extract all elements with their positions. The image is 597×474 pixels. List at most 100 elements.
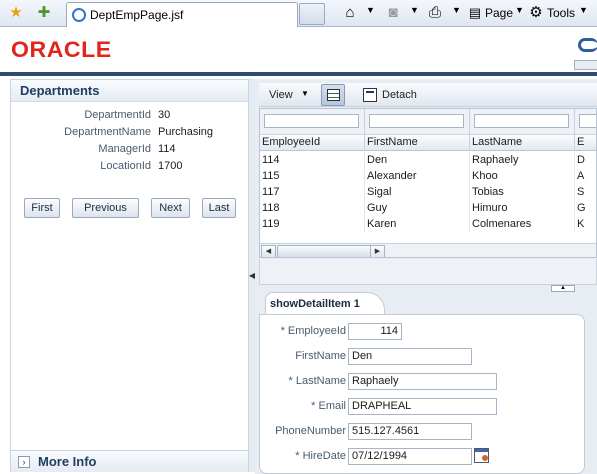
last-name-label-text: LastName <box>295 375 346 387</box>
departments-panel: Departments DepartmentId 30 DepartmentNa… <box>10 79 249 472</box>
print-icon[interactable]: ⎙ <box>426 4 444 22</box>
employees-table: EmployeeId FirstName LastName E 114 Den … <box>259 108 597 258</box>
brand-ring-icon <box>578 38 597 52</box>
cell-email: G <box>575 200 596 216</box>
tab-show-detail-item[interactable]: showDetailItem 1 <box>265 292 385 315</box>
department-id-value: 30 <box>158 109 171 121</box>
filter-cell <box>470 109 575 134</box>
page-icon: ▤ <box>468 5 482 20</box>
first-button[interactable]: First <box>24 198 60 218</box>
scroll-right-icon[interactable]: ▶ <box>370 245 385 257</box>
home-dropdown-icon[interactable]: ▼ <box>366 5 375 15</box>
cell-email: D <box>575 152 596 168</box>
cell-first-name: Alexander <box>365 168 470 184</box>
oracle-logo: ORACLE <box>11 37 112 62</box>
filter-first-name-input[interactable] <box>369 114 464 128</box>
email-label-text: Email <box>318 400 346 412</box>
scroll-thumb[interactable] <box>277 245 373 257</box>
app-header: ORACLE <box>0 27 597 74</box>
collapse-pane-icon[interactable]: ▲ <box>551 285 575 292</box>
page-dropdown-icon[interactable]: ▼ <box>515 5 524 15</box>
cell-employee-id: 118 <box>260 200 365 216</box>
column-header-first-name[interactable]: FirstName <box>365 134 470 151</box>
detach-icon[interactable] <box>363 88 377 102</box>
department-name-value: Purchasing <box>158 126 214 138</box>
required-marker: * <box>280 325 285 337</box>
new-tab-button[interactable] <box>299 3 325 25</box>
detach-button[interactable]: Detach <box>382 89 417 101</box>
ie-page-icon <box>72 8 86 22</box>
horizontal-scrollbar[interactable]: ◀ ▶ <box>260 243 596 257</box>
next-button[interactable]: Next <box>151 198 190 218</box>
tools-dropdown-icon[interactable]: ▼ <box>579 5 588 15</box>
column-header-last-name[interactable]: LastName <box>470 134 575 151</box>
last-name-label: * LastName <box>260 375 346 387</box>
expand-chevron-icon[interactable]: › <box>18 456 30 468</box>
print-dropdown-icon[interactable]: ▼ <box>452 5 461 15</box>
tab-title: DeptEmpPage.jsf <box>90 8 184 22</box>
cell-first-name: Sigal <box>365 184 470 200</box>
cell-employee-id: 114 <box>260 152 365 168</box>
previous-button[interactable]: Previous <box>72 198 139 218</box>
departments-form: DepartmentId 30 DepartmentName Purchasin… <box>11 102 248 450</box>
manager-id-label: ManagerId <box>98 143 151 155</box>
favorites-star-icon[interactable]: ★ <box>7 4 25 22</box>
filter-email-input[interactable] <box>579 114 596 128</box>
filter-cell <box>260 109 365 134</box>
filter-cell <box>575 109 596 134</box>
last-name-field[interactable]: Raphaely <box>348 373 497 390</box>
home-icon[interactable]: ⌂ <box>341 4 359 22</box>
cell-email: A <box>575 168 596 184</box>
cell-employee-id: 117 <box>260 184 365 200</box>
feeds-dropdown-icon[interactable]: ▼ <box>410 5 419 15</box>
calendar-icon[interactable] <box>474 448 489 463</box>
column-header-employee-id[interactable]: EmployeeId <box>260 134 365 151</box>
cell-employee-id: 119 <box>260 216 365 232</box>
cell-employee-id: 115 <box>260 168 365 184</box>
cell-first-name: Den <box>365 152 470 168</box>
required-marker: * <box>311 400 316 412</box>
first-name-field[interactable]: Den <box>348 348 472 365</box>
manager-id-value: 114 <box>158 143 176 155</box>
more-info-header[interactable]: › More Info <box>11 450 248 472</box>
detail-form: * EmployeeId 114 FirstName Den * LastNam… <box>259 314 585 474</box>
phone-number-field[interactable]: 515.127.4561 <box>348 423 472 440</box>
cell-first-name: Karen <box>365 216 470 232</box>
phone-number-label: PhoneNumber <box>275 425 346 437</box>
column-header-email[interactable]: E <box>575 134 596 151</box>
department-id-label: DepartmentId <box>84 109 151 121</box>
cell-last-name: Khoo <box>470 168 575 184</box>
last-button[interactable]: Last <box>202 198 236 218</box>
location-id-label: LocationId <box>100 160 151 172</box>
employee-detail: showDetailItem 1 * EmployeeId 114 FirstN… <box>259 292 589 474</box>
email-field[interactable]: DRAPHEAL <box>348 398 497 415</box>
browser-tab[interactable]: DeptEmpPage.jsf <box>66 2 298 27</box>
detail-tab-label: showDetailItem 1 <box>270 298 360 310</box>
hire-date-label: * HireDate <box>260 450 346 462</box>
hire-date-field[interactable]: 07/12/1994 <box>348 448 472 465</box>
header-collapse-button[interactable] <box>574 60 597 70</box>
cell-email: K <box>575 216 596 232</box>
location-id-value: 1700 <box>158 160 183 172</box>
cell-first-name: Guy <box>365 200 470 216</box>
page-menu[interactable]: Page <box>485 6 513 20</box>
cell-last-name: Himuro <box>470 200 575 216</box>
view-menu[interactable]: View <box>269 89 293 101</box>
hire-date-label-text: HireDate <box>302 450 346 462</box>
add-favorites-icon[interactable]: ✚ <box>35 4 53 22</box>
department-name-label: DepartmentName <box>64 126 151 138</box>
email-label: * Email <box>260 400 346 412</box>
feeds-icon[interactable]: ◙ <box>384 4 402 22</box>
browser-toolbar: ★ ✚ DeptEmpPage.jsf ⌂ ▼ ◙ ▼ ⎙ ▼ ▤ Page ▼… <box>0 0 597 27</box>
filter-employee-id-input[interactable] <box>264 114 359 128</box>
table-toolbar: View ▼ Detach <box>259 83 597 107</box>
employee-id-label: * EmployeeId <box>260 325 346 337</box>
cell-last-name: Raphaely <box>470 152 575 168</box>
filter-last-name-input[interactable] <box>474 114 569 128</box>
tools-menu[interactable]: Tools <box>547 6 575 20</box>
employees-panel: View ▼ Detach EmployeeId FirstName LastN… <box>255 79 597 474</box>
freeze-columns-icon[interactable] <box>321 84 345 106</box>
scroll-left-icon[interactable]: ◀ <box>261 245 276 257</box>
view-dropdown-icon[interactable]: ▼ <box>301 89 309 98</box>
employee-id-field[interactable]: 114 <box>348 323 402 340</box>
